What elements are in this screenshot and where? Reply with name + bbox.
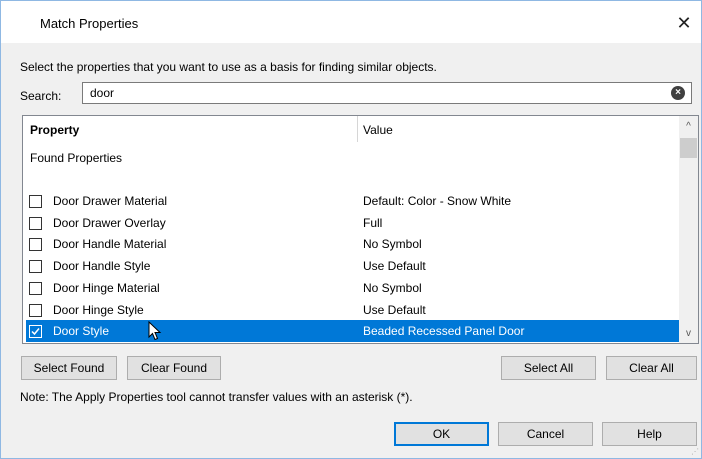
scroll-up-icon[interactable]: ^	[679, 118, 698, 136]
table-row[interactable]: Door Drawer Overlay Full	[23, 212, 679, 234]
note-text: Note: The Apply Properties tool cannot t…	[20, 390, 413, 404]
scrollbar-thumb[interactable]	[680, 138, 697, 158]
column-header-value[interactable]: Value	[363, 123, 393, 137]
resize-grip-icon[interactable]: ⋰	[691, 447, 699, 456]
title-bar: Match Properties ✕	[1, 1, 701, 43]
row-value: No Symbol	[363, 237, 422, 252]
row-value: Full	[363, 215, 383, 230]
clear-all-button[interactable]: Clear All	[606, 356, 697, 380]
row-value: Use Default	[363, 259, 426, 274]
row-checkbox[interactable]	[29, 281, 42, 295]
scroll-down-icon[interactable]: v	[679, 325, 698, 343]
row-property-label: Door Drawer Material	[53, 194, 168, 208]
clear-search-icon[interactable]: ×	[671, 86, 685, 100]
row-value: No Symbol	[363, 280, 422, 295]
column-divider[interactable]	[357, 116, 358, 142]
row-value: Use Default	[363, 302, 426, 317]
row-checkbox[interactable]	[29, 195, 42, 208]
row-property-label: Door Drawer Overlay	[53, 215, 166, 230]
row-property-label: Door Hinge Material	[53, 280, 160, 295]
mouse-cursor-icon	[148, 321, 162, 343]
window-title: Match Properties	[40, 16, 139, 31]
clear-found-button[interactable]: Clear Found	[127, 356, 221, 380]
table-row[interactable]: Door Hinge Style Use Default	[23, 299, 679, 321]
row-property-label: Door Handle Style	[53, 259, 151, 274]
instruction-text: Select the properties that you want to u…	[20, 60, 437, 74]
row-property-label: Door Style	[53, 324, 110, 339]
table-row[interactable]: Door Handle Material No Symbol	[23, 233, 679, 255]
row-checkbox[interactable]	[29, 260, 42, 274]
ok-button[interactable]: OK	[394, 422, 489, 446]
cancel-button[interactable]: Cancel	[498, 422, 593, 446]
search-label: Search:	[20, 89, 62, 103]
row-value: Beaded Recessed Panel Door	[363, 324, 525, 339]
table-row[interactable]: Door Handle Style Use Default	[23, 255, 679, 277]
search-input[interactable]: door ×	[82, 82, 692, 104]
properties-table: Property Value Found Properties Door Dra…	[22, 115, 699, 344]
close-icon[interactable]: ✕	[667, 9, 701, 37]
checkmark-icon	[31, 328, 40, 336]
row-property-label: Door Handle Material	[53, 237, 167, 252]
row-checkbox[interactable]	[29, 216, 42, 230]
row-checkbox[interactable]	[29, 238, 42, 252]
row-value: Default: Color - Snow White	[363, 194, 512, 208]
table-row[interactable]: Door Style Beaded Recessed Panel Door	[23, 320, 679, 343]
match-properties-dialog: Match Properties ✕ Select the properties…	[0, 0, 702, 459]
table-row[interactable]: Door Hinge Material No Symbol	[23, 277, 679, 299]
table-row[interactable]: Door Drawer Material Default: Color - Sno…	[23, 190, 679, 212]
group-label: Found Properties	[30, 151, 123, 165]
vertical-scrollbar[interactable]: ^ v	[679, 116, 698, 343]
row-checkbox[interactable]	[29, 325, 42, 339]
row-property-label: Door Hinge Style	[53, 302, 144, 317]
row-checkbox[interactable]	[29, 303, 42, 317]
help-button[interactable]: Help	[602, 422, 697, 446]
search-input-value: door	[90, 86, 115, 100]
select-found-button[interactable]: Select Found	[21, 356, 117, 380]
column-header-property[interactable]: Property	[30, 123, 79, 137]
select-all-button[interactable]: Select All	[501, 356, 596, 380]
